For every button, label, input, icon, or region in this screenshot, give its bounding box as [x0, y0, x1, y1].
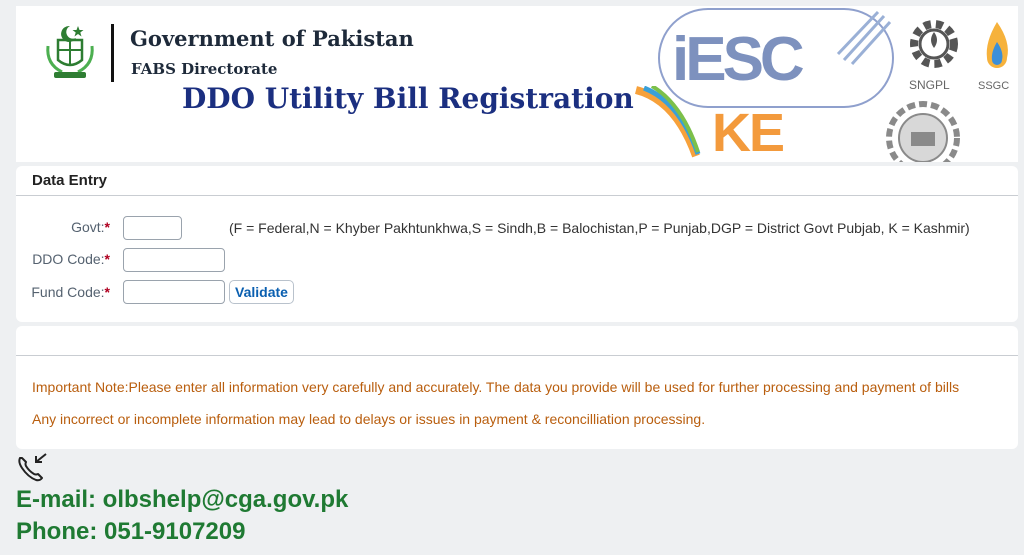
ddo-code-label: DDO Code:* [10, 251, 110, 267]
government-title: Government of Pakistan [130, 26, 414, 51]
fund-code-label: Fund Code:* [10, 284, 110, 300]
page-title: DDO Utility Bill Registration [182, 82, 634, 115]
contact-email: E-mail: olbshelp@cga.gov.pk [16, 486, 349, 513]
govt-codes-hint: (F = Federal,N = Khyber Pakhtunkhwa,S = … [229, 220, 970, 236]
notes-divider [16, 355, 1018, 356]
notes-panel: Important Note:Please enter all informat… [16, 326, 1018, 449]
ke-logo-text: KE [712, 103, 785, 163]
required-marker: * [104, 284, 110, 300]
data-entry-panel: Data Entry Govt:* (F = Federal,N = Khybe… [16, 166, 1018, 322]
required-marker: * [104, 251, 110, 267]
govt-label: Govt:* [10, 219, 110, 235]
ddo-code-input[interactable] [123, 248, 225, 272]
panel-divider [16, 195, 1018, 196]
sngpl-label: SNGPL [909, 78, 950, 92]
govt-input[interactable] [123, 216, 182, 240]
company-seal-icon [886, 101, 960, 162]
iesco-logo-text: iESC [672, 25, 805, 94]
important-note-line2: Any incorrect or incomplete information … [32, 411, 706, 427]
utility-logos: KE iESC SNGPL SSGC [626, 6, 1018, 163]
important-note-line1: Important Note:Please enter all informat… [32, 379, 960, 395]
directorate-subtitle: FABS Directorate [131, 60, 278, 78]
contact-phone: Phone: 051-9107209 [16, 518, 246, 545]
ssgc-flame-icon [986, 22, 1008, 68]
govt-label-text: Govt: [71, 219, 105, 235]
iesco-stripes-icon [836, 10, 892, 66]
ddo-code-label-text: DDO Code: [32, 251, 105, 267]
title-divider [111, 24, 114, 82]
header-banner: Government of Pakistan FABS Directorate … [16, 6, 1018, 163]
required-marker: * [104, 219, 110, 235]
phone-incoming-icon [18, 453, 47, 482]
ssgc-label: SSGC [978, 80, 1010, 92]
fund-code-label-text: Fund Code: [31, 284, 105, 300]
data-entry-title: Data Entry [32, 172, 108, 189]
fund-code-input[interactable] [123, 280, 225, 304]
sngpl-gear-icon [910, 20, 958, 68]
validate-button[interactable]: Validate [229, 280, 294, 304]
pakistan-emblem-icon [46, 25, 94, 78]
